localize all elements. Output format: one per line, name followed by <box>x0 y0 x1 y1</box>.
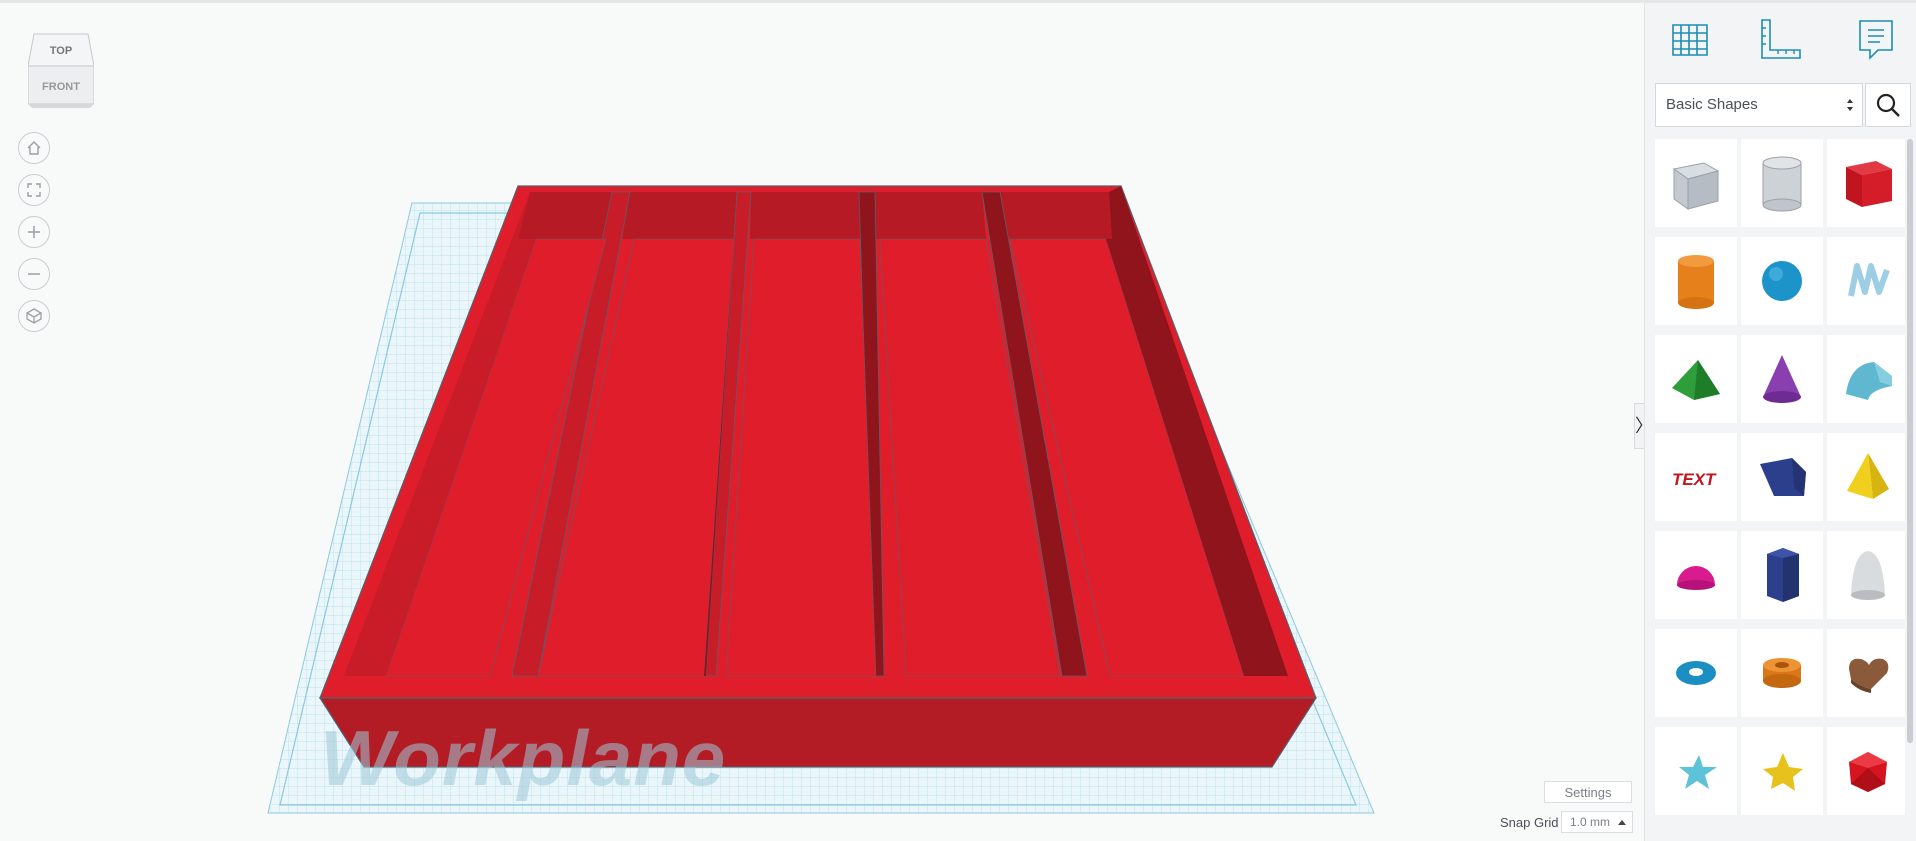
box-hole-icon <box>1672 162 1720 210</box>
pyramid-icon <box>1847 453 1889 499</box>
workplane-tool-button[interactable] <box>1665 15 1715 65</box>
shape-library-value: Basic Shapes <box>1666 96 1758 113</box>
shape-cylinder[interactable] <box>1655 237 1737 325</box>
snap-grid-select[interactable]: 1.0 mm <box>1561 811 1633 833</box>
text-shape-glyphs: TEXT <box>1672 470 1717 489</box>
text-shape-icon: TEXT <box>1672 470 1717 489</box>
shape-polygon[interactable] <box>1741 531 1823 619</box>
shape-wedge[interactable] <box>1741 433 1823 521</box>
star-yellow-icon <box>1763 753 1803 791</box>
shape-pyramid[interactable] <box>1827 433 1905 521</box>
cone-icon <box>1763 355 1801 403</box>
fit-view-icon <box>27 183 41 197</box>
zoom-out-button[interactable] <box>18 258 50 290</box>
shape-search-button[interactable] <box>1865 83 1911 127</box>
shape-tube[interactable] <box>1741 629 1823 717</box>
perspective-icon <box>25 308 43 324</box>
star-icon <box>1679 755 1717 789</box>
wedge-icon <box>1760 458 1806 496</box>
viewcube-front-label: FRONT <box>42 81 80 93</box>
shape-scribble[interactable] <box>1827 237 1905 325</box>
shape-text[interactable]: TEXT <box>1655 433 1737 521</box>
shape-half-sphere[interactable] <box>1655 531 1737 619</box>
shape-icosahedron[interactable] <box>1827 727 1905 815</box>
home-icon <box>27 141 41 155</box>
snap-grid-value: 1.0 mm <box>1570 815 1611 829</box>
shape-paraboloid[interactable] <box>1827 531 1905 619</box>
shape-sphere[interactable] <box>1741 237 1823 325</box>
zoom-in-icon <box>28 226 40 238</box>
3d-viewport[interactable]: Workplane TOP FRONT Settings Snap Grid 1… <box>0 3 1653 841</box>
shape-star[interactable] <box>1655 727 1737 815</box>
shape-round-roof[interactable] <box>1827 335 1905 423</box>
torus-icon <box>1676 661 1716 685</box>
box-icon <box>1846 161 1892 207</box>
shape-cone[interactable] <box>1741 335 1823 423</box>
shapes-panel: Basic Shapes TEXT <box>1644 3 1916 841</box>
select-arrows-icon <box>1847 99 1853 111</box>
shape-roof[interactable] <box>1655 335 1737 423</box>
notes-tool-button[interactable] <box>1851 15 1901 65</box>
workplane-grid-icon <box>1672 24 1708 56</box>
fit-view-button[interactable] <box>18 174 50 206</box>
heart-icon <box>1849 658 1889 693</box>
view-cube[interactable]: TOP FRONT <box>28 30 94 110</box>
shape-box[interactable] <box>1827 139 1905 227</box>
perspective-button[interactable] <box>18 300 50 332</box>
scene-canvas[interactable] <box>0 3 1644 841</box>
polygon-icon <box>1767 548 1799 602</box>
zoom-in-button[interactable] <box>18 216 50 248</box>
search-icon <box>1876 93 1900 117</box>
notes-icon <box>1859 20 1893 60</box>
shape-torus[interactable] <box>1655 629 1737 717</box>
shape-heart[interactable] <box>1827 629 1905 717</box>
shape-library-select[interactable]: Basic Shapes <box>1655 83 1863 127</box>
tube-icon <box>1763 658 1801 688</box>
snap-grid-label: Snap Grid <box>1500 815 1559 830</box>
roof-icon <box>1672 360 1720 400</box>
cylinder-hole-icon <box>1762 156 1802 212</box>
home-view-button[interactable] <box>18 132 50 164</box>
cylinder-icon <box>1678 255 1714 309</box>
icosahedron-icon <box>1849 752 1887 792</box>
zoom-out-icon <box>28 273 40 275</box>
caret-up-icon <box>1618 820 1626 825</box>
half-sphere-icon <box>1677 566 1715 590</box>
ruler-icon <box>1761 19 1801 59</box>
shape-cylinder-hole[interactable] <box>1741 139 1823 227</box>
settings-button[interactable]: Settings <box>1544 781 1632 803</box>
paraboloid-icon <box>1851 551 1885 600</box>
sphere-icon <box>1762 261 1802 301</box>
viewcube-top-label: TOP <box>50 45 72 57</box>
shape-star-yellow[interactable] <box>1741 727 1823 815</box>
ruler-tool-button[interactable] <box>1755 15 1805 65</box>
round-roof-icon <box>1846 362 1892 400</box>
scribble-icon <box>1848 263 1890 297</box>
shape-box-hole[interactable] <box>1655 139 1737 227</box>
panel-scrollbar[interactable] <box>1907 139 1913 743</box>
shape-grid: TEXT <box>1655 139 1905 841</box>
workplane-label: Workplane <box>320 714 727 802</box>
